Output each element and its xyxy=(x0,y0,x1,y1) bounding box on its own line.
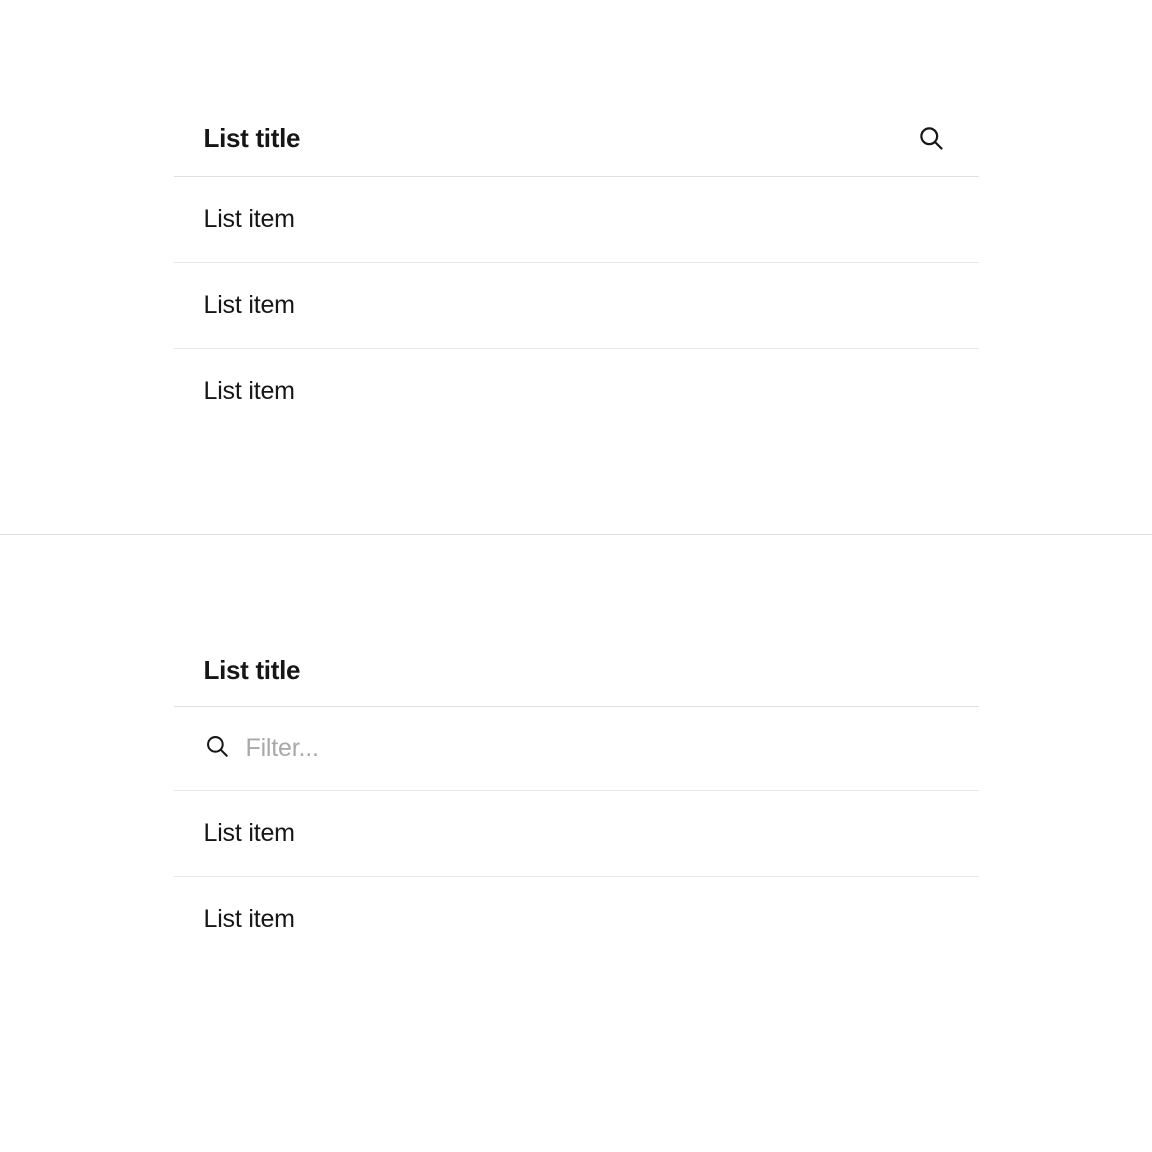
list-header: List title xyxy=(174,100,979,177)
filter-input[interactable] xyxy=(246,734,949,763)
list-container: List title List item List item xyxy=(174,635,979,962)
list-item[interactable]: List item xyxy=(174,791,979,877)
list-header: List title xyxy=(174,635,979,707)
list-section-2: List title List item List item xyxy=(0,535,1152,962)
list-item[interactable]: List item xyxy=(174,877,979,962)
search-icon xyxy=(917,124,945,152)
list-section-1: List title List item List item List item xyxy=(0,0,1152,434)
list-title: List title xyxy=(204,655,301,686)
filter-row xyxy=(174,707,979,791)
list-item[interactable]: List item xyxy=(174,349,979,434)
search-button[interactable] xyxy=(913,120,949,156)
list-container: List title List item List item List item xyxy=(174,100,979,434)
list-title: List title xyxy=(204,123,301,154)
list-item[interactable]: List item xyxy=(174,263,979,349)
list-item[interactable]: List item xyxy=(174,177,979,263)
search-icon xyxy=(204,733,230,764)
